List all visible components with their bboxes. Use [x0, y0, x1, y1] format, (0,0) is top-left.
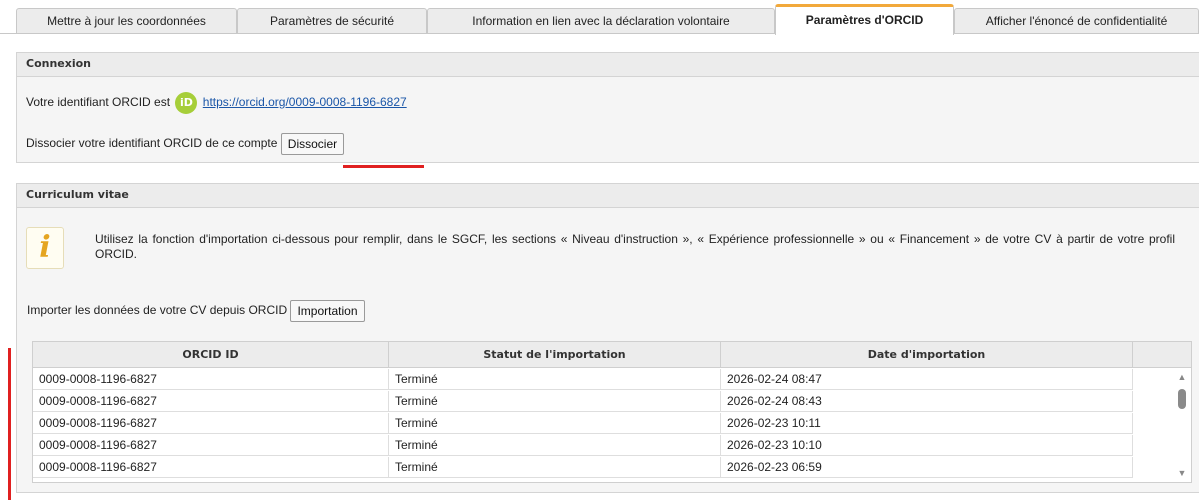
table-row[interactable]: 0009-0008-1196-6827 Terminé 2026-02-23 0…: [33, 457, 1133, 478]
cell-status: Terminé: [389, 391, 721, 412]
cell-orcid: 0009-0008-1196-6827: [33, 369, 389, 390]
dissociate-label: Dissocier votre identifiant ORCID de ce …: [26, 136, 278, 151]
import-history-table: ORCID ID Statut de l'importation Date d'…: [32, 341, 1192, 483]
cell-orcid: 0009-0008-1196-6827: [33, 413, 389, 434]
connexion-header: Connexion: [17, 53, 1199, 77]
table-header: ORCID ID Statut de l'importation Date d'…: [33, 342, 1191, 368]
cell-date: 2026-02-24 08:47: [721, 369, 1133, 390]
cell-date: 2026-02-23 06:59: [721, 457, 1133, 478]
cell-status: Terminé: [389, 369, 721, 390]
dissociate-row: Dissocier votre identifiant ORCID de ce …: [26, 133, 345, 155]
cell-date: 2026-02-23 10:11: [721, 413, 1133, 434]
tab-privacy-statement[interactable]: Afficher l'énoncé de confidentialité: [954, 8, 1199, 34]
cell-orcid: 0009-0008-1196-6827: [33, 435, 389, 456]
cv-info-text: Utilisez la fonction d'importation ci-de…: [95, 232, 1175, 261]
orcid-icon: iD: [175, 92, 198, 114]
scroll-thumb[interactable]: [1178, 389, 1186, 409]
info-icon: i: [26, 227, 64, 269]
import-row: Importer les données de votre CV depuis …: [27, 300, 365, 322]
col-import-status: Statut de l'importation: [389, 342, 721, 368]
table-row[interactable]: 0009-0008-1196-6827 Terminé 2026-02-23 1…: [33, 413, 1133, 434]
tab-voluntary-declaration[interactable]: Information en lien avec la déclaration …: [427, 8, 775, 34]
import-label: Importer les données de votre CV depuis …: [27, 303, 288, 318]
cell-orcid: 0009-0008-1196-6827: [33, 391, 389, 412]
orcid-identifier-row: Votre identifiant ORCID est iD https://o…: [26, 92, 407, 114]
tab-bar: Mettre à jour les coordonnées Paramètres…: [0, 0, 1199, 35]
cell-status: Terminé: [389, 457, 721, 478]
import-button[interactable]: Importation: [290, 300, 365, 322]
cv-header: Curriculum vitae: [17, 184, 1199, 208]
table-row[interactable]: 0009-0008-1196-6827 Terminé 2026-02-24 0…: [33, 369, 1133, 390]
tab-divider: [0, 33, 1199, 34]
tab-orcid-settings[interactable]: Paramètres d'ORCID: [775, 4, 954, 35]
scroll-down-icon[interactable]: ▼: [1175, 468, 1189, 478]
tab-security-settings[interactable]: Paramètres de sécurité: [237, 8, 427, 34]
table-row[interactable]: 0009-0008-1196-6827 Terminé 2026-02-24 0…: [33, 391, 1133, 412]
dissociate-highlight: [343, 165, 424, 168]
cv-section: Curriculum vitae i Utilisez la fonction …: [16, 183, 1199, 493]
connexion-section: Connexion Votre identifiant ORCID est iD…: [16, 52, 1199, 163]
table-row[interactable]: 0009-0008-1196-6827 Terminé 2026-02-23 1…: [33, 435, 1133, 456]
table-highlight-marker: [8, 348, 11, 500]
cell-status: Terminé: [389, 413, 721, 434]
dissociate-button[interactable]: Dissocier: [280, 133, 345, 155]
col-orcid-id: ORCID ID: [33, 342, 389, 368]
cell-date: 2026-02-24 08:43: [721, 391, 1133, 412]
col-import-date: Date d'importation: [721, 342, 1133, 368]
cell-status: Terminé: [389, 435, 721, 456]
cell-orcid: 0009-0008-1196-6827: [33, 457, 389, 478]
cell-date: 2026-02-23 10:10: [721, 435, 1133, 456]
tab-update-contact[interactable]: Mettre à jour les coordonnées: [16, 8, 237, 34]
table-scrollbar[interactable]: ▲ ▼: [1173, 369, 1191, 482]
orcid-profile-link[interactable]: https://orcid.org/0009-0008-1196-6827: [203, 95, 407, 109]
orcid-identifier-label: Votre identifiant ORCID est: [26, 95, 171, 110]
scroll-up-icon[interactable]: ▲: [1175, 372, 1189, 382]
